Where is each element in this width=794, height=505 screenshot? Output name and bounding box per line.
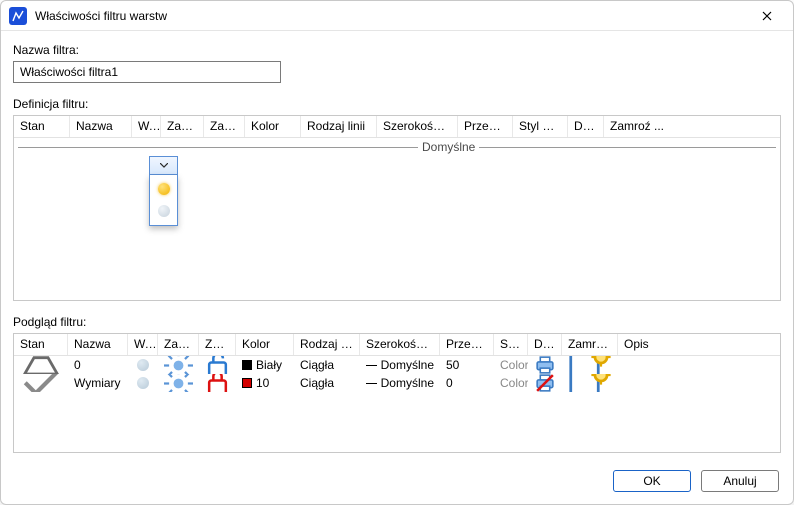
prev-col-kolor[interactable]: Kolor <box>236 334 294 355</box>
def-col-szer[interactable]: Szerokość linii <box>377 116 458 137</box>
lineweight-cell: Domyślne <box>360 356 440 374</box>
lock-icon <box>199 356 236 374</box>
filter-preview-grid[interactable]: Stan Nazwa W... Zamr... Zabl... Kolor Ro… <box>13 333 781 453</box>
layer-name: 0 <box>68 356 128 374</box>
dialog-buttons: OK Anuluj <box>613 470 779 492</box>
plotstyle-cell: Color... <box>494 374 528 392</box>
app-icon <box>9 7 27 25</box>
plotstyle-cell: Color... <box>494 356 528 374</box>
lock-icon <box>199 374 236 392</box>
stan-icon <box>14 374 68 392</box>
prev-body: 0BiałyCiągłaDomyślne50Color...Wymiary10C… <box>14 356 780 392</box>
prev-header: Stan Nazwa W... Zamr... Zabl... Kolor Ro… <box>14 334 780 356</box>
def-col-przez[interactable]: Przeźro... <box>458 116 513 137</box>
prev-col-styl[interactable]: Styl... <box>494 334 528 355</box>
def-body: Domyślne <box>14 138 780 300</box>
table-row[interactable]: Wymiary 10CiągłaDomyślne0Color... <box>14 374 780 392</box>
window-title: Właściwości filtru warstw <box>35 9 749 23</box>
prev-col-rodzaj[interactable]: Rodzaj linii <box>294 334 360 355</box>
def-filter-row[interactable] <box>14 156 700 175</box>
def-col-kolor[interactable]: Kolor <box>245 116 301 137</box>
prev-col-nazwa[interactable]: Nazwa <box>68 334 128 355</box>
visibility-icon <box>128 356 158 374</box>
def-col-zamroznowe[interactable]: Zamroź ... <box>604 116 688 137</box>
chevron-down-icon <box>160 163 168 168</box>
prev-col-zamroznw[interactable]: Zamroź ... <box>562 334 618 355</box>
prev-col-opis[interactable]: Opis <box>618 334 702 355</box>
desc-cell <box>618 356 702 374</box>
visibility-dropdown[interactable] <box>149 156 178 226</box>
prev-col-zablok[interactable]: Zabl... <box>199 334 236 355</box>
def-col-zamroz[interactable]: Zamr... <box>161 116 204 137</box>
def-col-wlacz[interactable]: W.. <box>132 116 161 137</box>
def-col-nazwa[interactable]: Nazwa <box>70 116 132 137</box>
print-icon <box>528 356 562 374</box>
lineweight-cell: Domyślne <box>360 374 440 392</box>
prev-col-stan[interactable]: Stan <box>14 334 68 355</box>
prev-col-przez[interactable]: Przeźro... <box>440 334 494 355</box>
color-cell: 10 <box>236 374 294 392</box>
freeze-icon <box>158 374 199 392</box>
def-header: Stan Nazwa W.. Zamr... Zabl... Kolor Rod… <box>14 116 780 138</box>
titlebar: Właściwości filtru warstw <box>1 1 793 31</box>
prev-col-zamroz[interactable]: Zamr... <box>158 334 199 355</box>
linetype-cell: Ciągła <box>294 374 360 392</box>
filter-preview-label: Podgląd filtru: <box>13 315 781 329</box>
newvp-icon <box>562 356 618 374</box>
visibility-dropdown-panel <box>149 175 178 226</box>
cancel-button[interactable]: Anuluj <box>701 470 779 492</box>
filter-name-input[interactable] <box>13 61 281 83</box>
def-group-label: Domyślne <box>422 140 475 154</box>
filter-def-label: Definicja filtru: <box>13 97 781 111</box>
print-icon <box>528 374 562 392</box>
prev-col-druk[interactable]: Dru... <box>528 334 562 355</box>
layer-name: Wymiary <box>68 374 128 392</box>
def-group-divider: Domyślne <box>14 140 780 154</box>
def-col-rodzaj[interactable]: Rodzaj linii <box>301 116 377 137</box>
def-col-styl[interactable]: Styl wyd... <box>513 116 568 137</box>
visibility-on-icon[interactable] <box>158 183 170 195</box>
color-cell: Biały <box>236 356 294 374</box>
transparency-cell: 0 <box>440 374 494 392</box>
table-row[interactable]: 0 BiałyCiągłaDomyślne50Color... <box>14 356 780 374</box>
def-col-zablok[interactable]: Zabl... <box>204 116 245 137</box>
filter-name-label: Nazwa filtra: <box>13 43 781 57</box>
newvp-icon <box>562 374 618 392</box>
linetype-cell: Ciągła <box>294 356 360 374</box>
stan-icon <box>14 356 68 374</box>
ok-button[interactable]: OK <box>613 470 691 492</box>
visibility-icon <box>128 374 158 392</box>
prev-col-szer[interactable]: Szerokość linii <box>360 334 440 355</box>
visibility-dropdown-button[interactable] <box>149 156 178 175</box>
prev-col-wlacz[interactable]: W... <box>128 334 158 355</box>
visibility-off-icon[interactable] <box>158 205 170 217</box>
desc-cell <box>618 374 702 392</box>
def-col-druk[interactable]: Dru... <box>568 116 604 137</box>
def-col-stan[interactable]: Stan <box>14 116 70 137</box>
filter-definition-grid[interactable]: Stan Nazwa W.. Zamr... Zabl... Kolor Rod… <box>13 115 781 301</box>
close-button[interactable] <box>749 4 785 28</box>
freeze-icon <box>158 356 199 374</box>
transparency-cell: 50 <box>440 356 494 374</box>
